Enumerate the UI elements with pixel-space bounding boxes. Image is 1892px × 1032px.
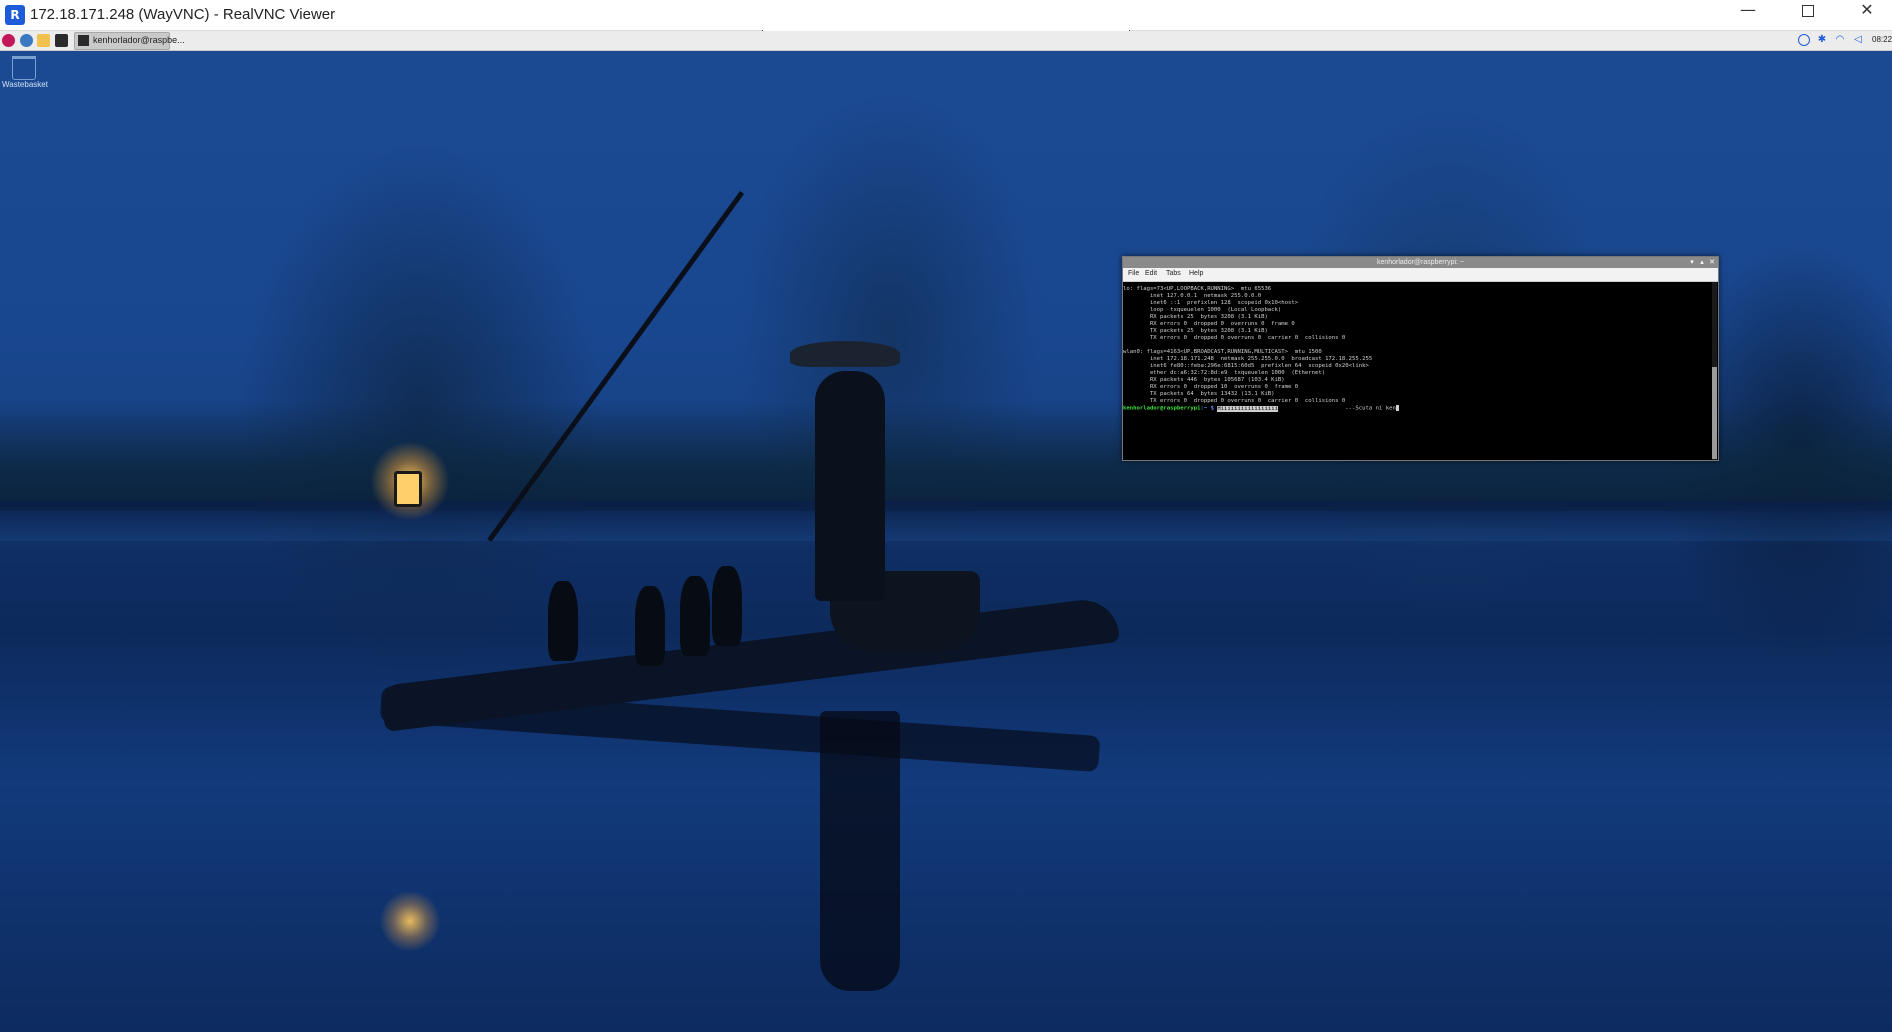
terminal-prompt-line[interactable]: kenhorlador@raspberrypi:~ $ Hiiiiiiiiiii…	[1123, 405, 1399, 413]
close-button[interactable]: ✕	[1838, 0, 1892, 30]
terminal-line: RX packets 25 bytes 3208 (3.1 KiB)	[1123, 314, 1268, 320]
terminal-line: TX packets 25 bytes 3208 (3.1 KiB)	[1123, 328, 1268, 334]
maximize-icon	[1802, 4, 1814, 17]
terminal-icon	[78, 35, 89, 46]
wallpaper-cormorant	[548, 581, 578, 661]
selected-text[interactable]: Hiiiiiiiiiiiiiiiii	[1217, 405, 1278, 412]
terminal-scrollbar-thumb[interactable]	[1712, 367, 1717, 459]
wallpaper-cormorant	[712, 566, 742, 646]
terminal-titlebar[interactable]: kenhorlador@raspberrypi: ~ ▾ ▴ ✕	[1123, 257, 1718, 268]
terminal-line: TX errors 0 dropped 0 overruns 0 carrier…	[1123, 335, 1346, 341]
wallpaper-cormorant	[680, 576, 710, 656]
vnc-titlebar: R 172.18.171.248 (WayVNC) - RealVNC View…	[0, 0, 1892, 42]
terminal-launcher-icon[interactable]	[55, 34, 68, 47]
window-title: 172.18.171.248 (WayVNC) - RealVNC Viewer	[30, 6, 336, 23]
menu-file[interactable]: File	[1128, 270, 1139, 277]
prompt-path: :~ $	[1200, 405, 1218, 412]
volume-icon[interactable]: ◁	[1852, 34, 1864, 46]
terminal-close-button[interactable]: ✕	[1708, 258, 1716, 267]
remote-desktop[interactable]: kenhorlador@raspbe... ✱ ◠ ◁ 08:22 Wasteb…	[0, 31, 1892, 1032]
wallpaper-lantern-reflection	[380, 891, 440, 951]
terminal-minimize-button[interactable]: ▾	[1688, 258, 1696, 267]
wastebasket-icon[interactable]	[12, 56, 36, 80]
wifi-icon[interactable]: ◠	[1834, 34, 1846, 46]
taskbar-item-label: kenhorlador@raspbe...	[93, 35, 185, 45]
bluetooth-icon[interactable]: ✱	[1816, 34, 1828, 46]
terminal-line: TX errors 0 dropped 0 overruns 0 carrier…	[1123, 398, 1346, 404]
raspberry-menu-icon[interactable]	[2, 34, 15, 47]
menu-help[interactable]: Help	[1189, 270, 1203, 277]
terminal-line: ether dc:a6:32:72:8d:e9 txqueuelen 1000 …	[1123, 370, 1326, 376]
terminal-line: RX errors 0 dropped 0 overruns 0 frame 0	[1123, 321, 1295, 327]
prompt-user: kenhorlador@raspberrypi	[1123, 405, 1201, 412]
wallpaper-lantern	[394, 471, 422, 507]
web-browser-icon[interactable]	[20, 34, 33, 47]
terminal-menubar: File Edit Tabs Help	[1123, 268, 1718, 282]
maximize-button[interactable]	[1779, 0, 1837, 30]
terminal-line: lo: flags=73<UP,LOOPBACK,RUNNING> mtu 65…	[1123, 286, 1272, 292]
wallpaper-water-line	[0, 501, 1892, 541]
wallpaper-fisher-reflection	[820, 711, 900, 991]
clock[interactable]: 08:22	[1872, 35, 1892, 44]
minimize-button[interactable]: —	[1719, 0, 1777, 30]
terminal-line: inet6 ::1 prefixlen 128 scopeid 0x10<hos…	[1123, 300, 1299, 306]
terminal-maximize-button[interactable]: ▴	[1698, 258, 1706, 267]
wallpaper-hat	[790, 341, 900, 367]
terminal-line: loop txqueuelen 1000 (Local Loopback)	[1123, 307, 1282, 313]
terminal-line: inet 172.18.171.248 netmask 255.255.0.0 …	[1123, 356, 1373, 362]
menu-tabs[interactable]: Tabs	[1166, 270, 1181, 277]
vnc-tray-icon[interactable]	[1798, 34, 1810, 46]
terminal-line: RX errors 0 dropped 10 overruns 0 frame …	[1123, 384, 1299, 390]
file-manager-icon[interactable]	[37, 34, 50, 47]
terminal-line: RX packets 446 bytes 105687 (103.4 KiB)	[1123, 377, 1285, 383]
wallpaper-cormorant	[635, 586, 665, 666]
wallpaper-fisherman	[815, 371, 885, 601]
taskbar: kenhorlador@raspbe... ✱ ◠ ◁ 08:22	[0, 31, 1892, 51]
menu-edit[interactable]: Edit	[1145, 270, 1157, 277]
realvnc-logo-icon: R	[5, 5, 25, 25]
terminal-title: kenhorlador@raspberrypi: ~	[1376, 259, 1465, 266]
terminal-line: inet6 fe80::feba:296e:6815:60d5 prefixle…	[1123, 363, 1369, 369]
taskbar-item-terminal[interactable]: kenhorlador@raspbe...	[74, 32, 185, 50]
wastebasket-label[interactable]: Wastebasket	[2, 80, 48, 89]
terminal-output[interactable]: lo: flags=73<UP,LOOPBACK,RUNNING> mtu 65…	[1123, 282, 1711, 460]
terminal-line: inet 127.0.0.1 netmask 255.0.0.0	[1123, 293, 1262, 299]
terminal-line: wlan0: flags=4163<UP,BROADCAST,RUNNING,M…	[1123, 349, 1322, 355]
typed-text: ---Scuta ni ken	[1277, 405, 1396, 412]
text-cursor	[1395, 405, 1399, 411]
terminal-line: TX packets 64 bytes 13432 (13.1 KiB)	[1123, 391, 1275, 397]
terminal-window[interactable]: kenhorlador@raspberrypi: ~ ▾ ▴ ✕ File Ed…	[1122, 256, 1719, 461]
